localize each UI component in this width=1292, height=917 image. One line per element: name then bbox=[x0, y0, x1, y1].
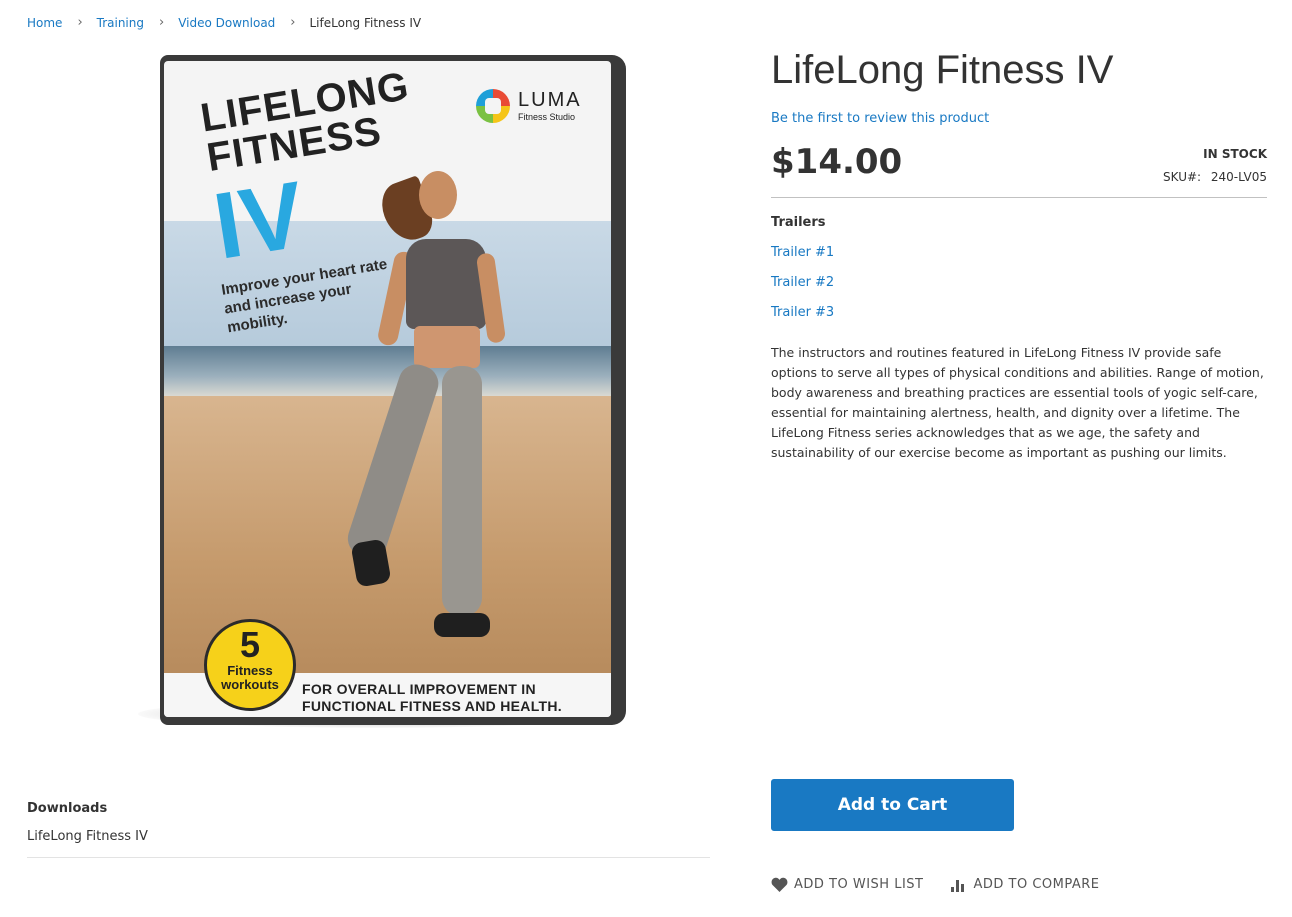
cover-footer: FOR OVERALL IMPROVEMENT IN FUNCTIONAL FI… bbox=[302, 681, 562, 715]
brand-text: LUMA Fitness Studio bbox=[518, 90, 582, 123]
runner-shoe bbox=[434, 613, 490, 637]
workouts-badge: 5 Fitness workouts bbox=[204, 619, 296, 711]
badge-label-line2: workouts bbox=[221, 677, 279, 692]
sku-label: SKU#: bbox=[1163, 170, 1202, 184]
product-description: The instructors and routines featured in… bbox=[771, 345, 1264, 460]
badge-label-line1: Fitness bbox=[227, 663, 273, 678]
breadcrumb-current: LifeLong Fitness IV bbox=[309, 16, 422, 30]
breadcrumb-separator-icon: › bbox=[159, 15, 165, 30]
breadcrumb: Home › Training › Video Download › LifeL… bbox=[27, 15, 421, 31]
brand-name: LUMA bbox=[518, 88, 582, 111]
downloads-section: Downloads LifeLong Fitness IV bbox=[27, 800, 710, 858]
add-to-cart-button[interactable]: Add to Cart bbox=[771, 779, 1014, 831]
trailers-heading: Trailers bbox=[771, 215, 826, 230]
divider bbox=[27, 857, 710, 858]
cover-title-iv: IV bbox=[207, 161, 312, 279]
brand-subtitle: Fitness Studio bbox=[518, 111, 576, 122]
add-to-wishlist-link[interactable]: ADD TO WISH LIST bbox=[771, 877, 923, 892]
page-title: LifeLong Fitness IV bbox=[771, 48, 1114, 92]
breadcrumb-home[interactable]: Home bbox=[27, 15, 62, 31]
breadcrumb-separator-icon: › bbox=[77, 15, 83, 30]
dvd-cover: LIFELONG FITNESS IV Improve your heart r… bbox=[164, 61, 611, 717]
trailer-link-3[interactable]: Trailer #3 bbox=[771, 304, 834, 322]
badge-number: 5 bbox=[239, 624, 261, 665]
product-actions: ADD TO WISH LIST ADD TO COMPARE bbox=[771, 877, 1100, 892]
divider bbox=[771, 197, 1267, 198]
downloads-heading: Downloads bbox=[27, 801, 108, 816]
add-to-compare-link[interactable]: ADD TO COMPARE bbox=[951, 877, 1099, 892]
downloads-item: LifeLong Fitness IV bbox=[27, 829, 148, 844]
runner-figure bbox=[343, 161, 514, 661]
breadcrumb-video-download[interactable]: Video Download bbox=[178, 15, 275, 31]
sku-value: 240-LV05 bbox=[1210, 170, 1267, 184]
product-price: $14.00 bbox=[771, 142, 903, 182]
trailer-link-2[interactable]: Trailer #2 bbox=[771, 274, 834, 292]
luma-logo-icon bbox=[476, 89, 510, 123]
add-to-wishlist-label: ADD TO WISH LIST bbox=[794, 877, 924, 892]
runner-leg bbox=[442, 366, 482, 616]
heart-icon bbox=[771, 877, 788, 892]
product-sku: SKU#: 240-LV05 bbox=[1163, 169, 1267, 185]
cover-footer-line1: FOR OVERALL IMPROVEMENT IN bbox=[302, 681, 536, 697]
stock-status: IN STOCK bbox=[1203, 147, 1267, 161]
breadcrumb-training[interactable]: Training bbox=[97, 15, 144, 31]
add-to-compare-label: ADD TO COMPARE bbox=[973, 877, 1100, 892]
brand-logo: LUMA Fitness Studio bbox=[476, 89, 582, 123]
product-image[interactable]: LIFELONG FITNESS IV Improve your heart r… bbox=[130, 45, 640, 745]
runner-top bbox=[406, 239, 486, 329]
runner-midriff bbox=[414, 326, 480, 368]
bar-chart-icon bbox=[951, 878, 967, 892]
runner-head bbox=[419, 171, 457, 219]
cover-footer-line2: FUNCTIONAL FITNESS AND HEALTH. bbox=[302, 698, 562, 714]
dvd-case: LIFELONG FITNESS IV Improve your heart r… bbox=[160, 55, 626, 725]
review-link[interactable]: Be the first to review this product bbox=[771, 110, 989, 128]
breadcrumb-separator-icon: › bbox=[290, 15, 296, 30]
trailer-link-1[interactable]: Trailer #1 bbox=[771, 244, 834, 262]
